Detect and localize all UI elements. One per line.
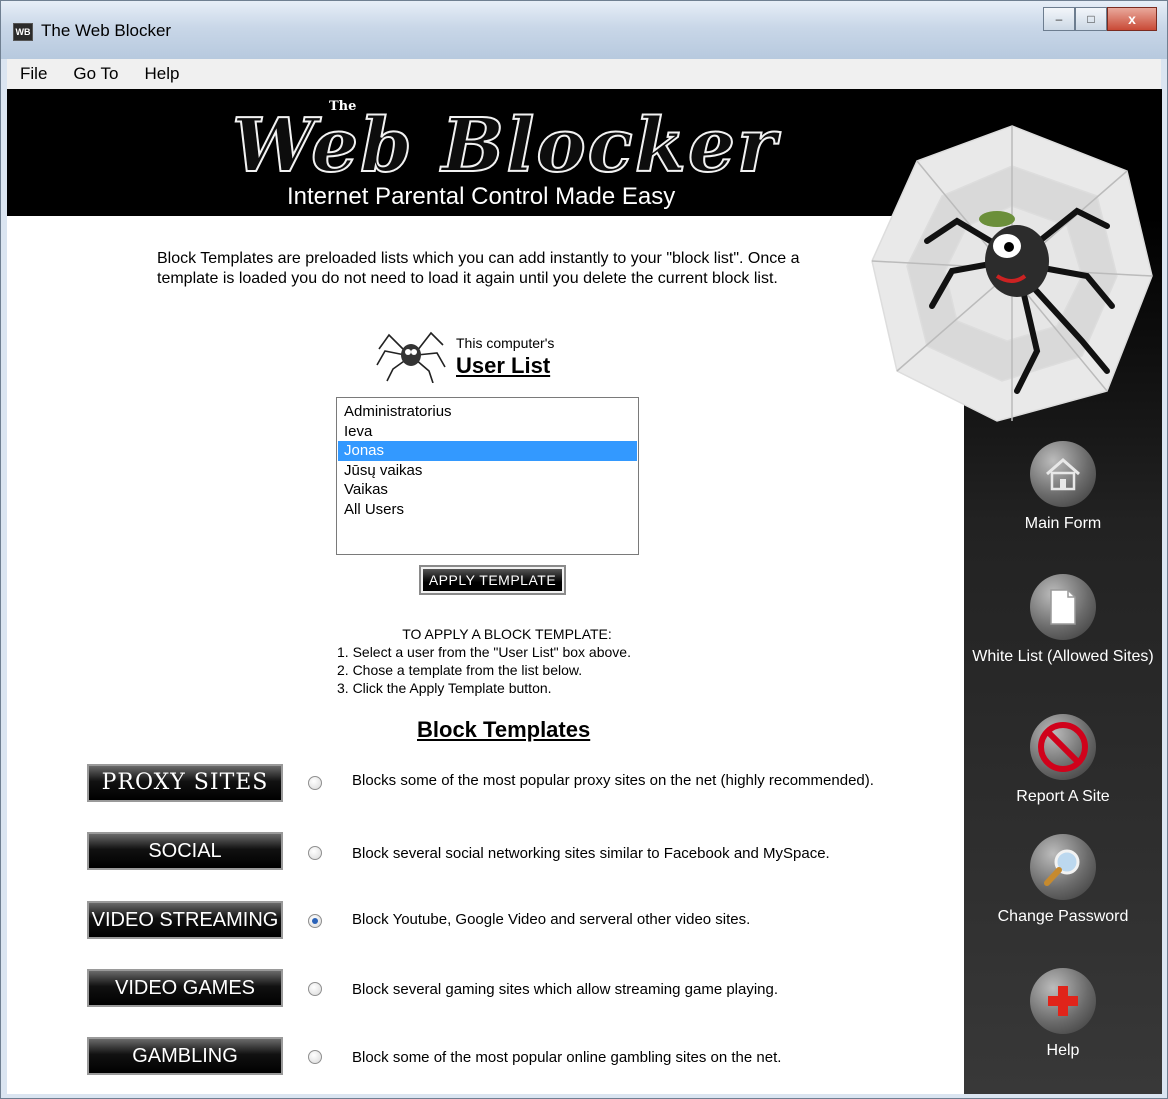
house-icon [1030,441,1096,507]
template-description: Block several gaming sites which allow s… [352,981,779,998]
radio-social-networking[interactable] [308,846,322,860]
sidebar-label: Help [1046,1042,1080,1059]
instructions-title: TO APPLY A BLOCK TEMPLATE: [402,626,612,642]
instruction-step: 3. Click the Apply Template button. [337,680,552,696]
template-description: Block several social networking sites si… [352,845,830,862]
user-list-item[interactable]: All Users [338,500,637,520]
user-list-item-selected[interactable]: Jonas [338,441,637,461]
spider-icon [376,331,446,383]
tagline: Internet Parental Control Made Easy [287,183,676,210]
red-cross-icon [1030,968,1096,1034]
title-bar[interactable]: WB The Web Blocker – □ x [1,1,1167,59]
radio-proxy-sites[interactable] [308,776,322,790]
radio-gambling[interactable] [308,1050,322,1064]
document-icon [1030,574,1096,640]
sidebar-item-main-form[interactable]: Main Form [964,441,1162,533]
minimize-button[interactable]: – [1043,7,1075,31]
spider-mascot-image [871,125,1153,422]
sidebar-label: Main Form [1024,515,1102,532]
apply-template-label: APPLY TEMPLATE [423,569,562,591]
intro-text: Block Templates are preloaded lists whic… [157,250,800,287]
sidebar-label: White List (Allowed Sites) [972,648,1154,665]
user-list-item[interactable]: Vaikas [338,480,637,500]
user-list-item[interactable]: Administratorius [338,402,637,422]
user-list-title: User List [456,353,551,378]
window-title: The Web Blocker [41,21,172,40]
template-button-social-networking[interactable]: SOCIAL NETWORKING [87,832,283,896]
user-list-item[interactable]: Jūsų vaikas [338,461,637,481]
sidebar-label: Change Password [997,908,1129,925]
menu-file[interactable]: File [7,64,60,84]
instructions: TO APPLY A BLOCK TEMPLATE: 1. Select a u… [337,625,677,697]
template-description: Block Youtube, Google Video and serveral… [352,911,751,928]
main-content: The Web Blocker Internet Parental Contro… [7,89,1162,1094]
sidebar-item-report-site[interactable]: Report A Site [964,714,1162,806]
sidebar-item-help[interactable]: Help [964,968,1162,1060]
instruction-step: 1. Select a user from the "User List" bo… [337,644,631,660]
user-list-item[interactable]: Ieva [338,422,637,442]
template-button-video-games[interactable]: VIDEO GAMES [87,969,283,1007]
sidebar-item-white-list[interactable]: White List (Allowed Sites) [964,574,1162,666]
instruction-step: 2. Chose a template from the list below. [337,662,583,678]
sidebar-item-change-password[interactable]: Change Password [964,834,1162,926]
app-window: WB The Web Blocker – □ x File Go To Help… [0,0,1168,1099]
user-list-header: This computer's User List [375,329,595,389]
maximize-button[interactable]: □ [1075,7,1107,31]
template-button-video-streaming[interactable]: VIDEO STREAMING [87,901,283,939]
template-description: Blocks some of the most popular proxy si… [352,772,874,789]
close-button[interactable]: x [1107,7,1157,31]
template-description: Block some of the most popular online ga… [352,1049,782,1066]
menu-go-to[interactable]: Go To [60,64,131,84]
app-logo-icon[interactable]: WB [13,23,33,41]
apply-template-button[interactable]: APPLY TEMPLATE [419,565,566,595]
logo-title: Web Blocker [231,102,779,190]
radio-video-streaming[interactable] [308,914,322,928]
menu-help[interactable]: Help [131,64,192,84]
menu-bar: File Go To Help [7,59,1161,89]
user-list-caption: This computer's [456,335,555,351]
magnifier-icon [1030,834,1096,900]
template-button-gambling[interactable]: GAMBLING [87,1037,283,1075]
no-entry-icon [1030,714,1096,780]
radio-video-games[interactable] [308,982,322,996]
template-button-proxy-sites[interactable]: PROXY SITES [87,764,283,802]
sidebar-label: Report A Site [1016,788,1110,805]
block-templates-heading: Block Templates [417,717,591,742]
user-list-box[interactable]: Administratorius Ieva Jonas Jūsų vaikas … [336,397,639,555]
